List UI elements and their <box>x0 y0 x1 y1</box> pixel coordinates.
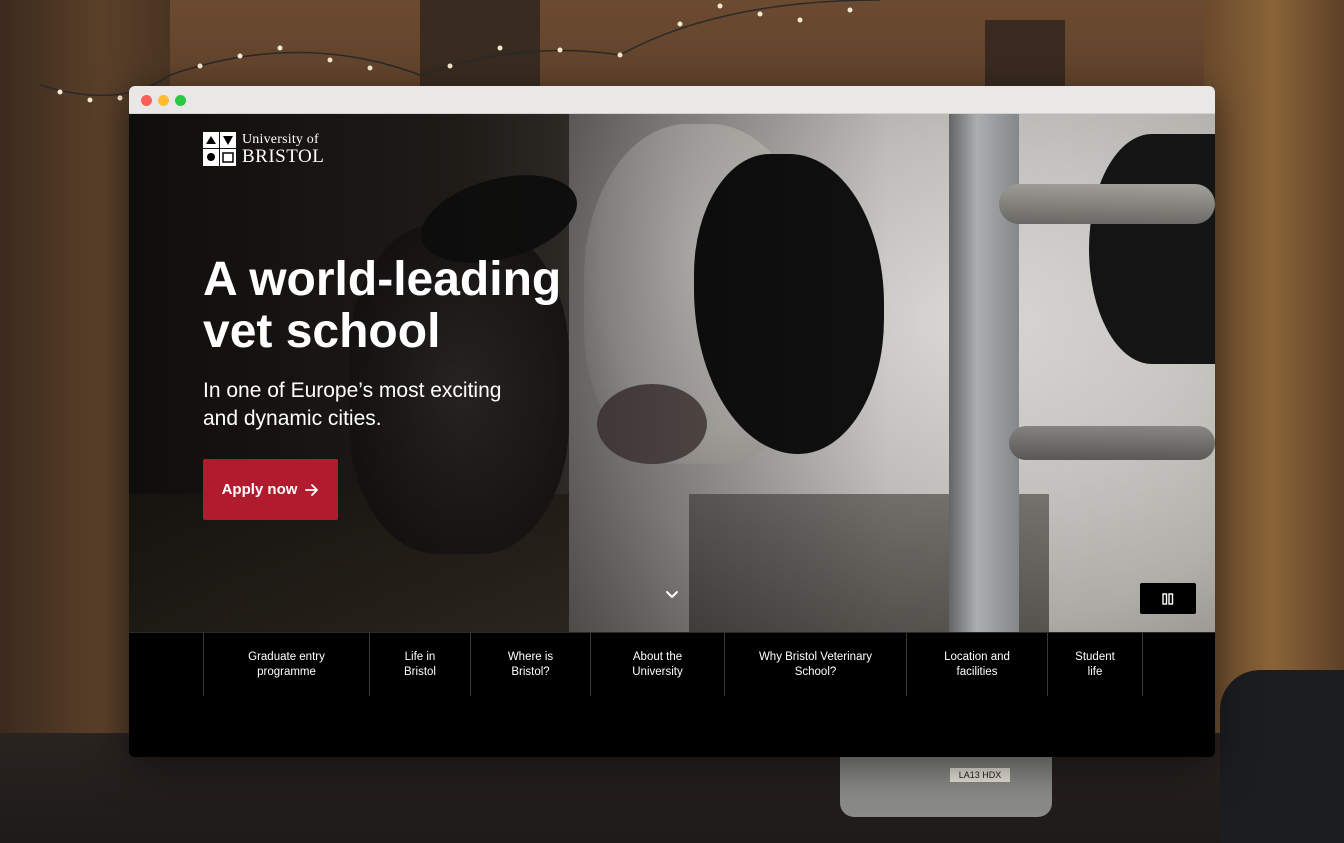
nav-item-label-line-1: Life in <box>404 650 436 663</box>
nav-item-label-line-2: Bristol <box>404 665 436 678</box>
university-logo[interactable]: University of BRISTOL <box>203 132 324 166</box>
nav-item-label-line-2: facilities <box>956 665 998 678</box>
background-number-plate: LA13 HDX <box>950 768 1010 782</box>
nav-item-about-the-university[interactable]: About the University <box>591 633 725 696</box>
nav-item-life-in-bristol[interactable]: Life in Bristol <box>370 633 471 696</box>
nav-item-label-line-2: University <box>632 665 683 678</box>
nav-item-label-line-2: programme <box>257 665 316 678</box>
window-titlebar <box>129 86 1215 114</box>
apply-now-label: Apply now <box>221 481 298 498</box>
nav-item-label-line-1: Where is <box>507 650 554 663</box>
university-crest-icon <box>203 132 236 166</box>
close-window-button[interactable] <box>141 95 152 106</box>
apply-now-button[interactable]: Apply now <box>203 459 338 520</box>
section-navigation: Graduate entry programme Life in Bristol W… <box>129 632 1215 697</box>
nav-item-location-and-facilities[interactable]: Location and facilities <box>907 633 1048 696</box>
nav-item-student-life[interactable]: Student life <box>1048 633 1143 696</box>
nav-item-graduate-entry[interactable]: Graduate entry programme <box>204 633 370 696</box>
pause-video-button[interactable] <box>1140 583 1196 614</box>
hero-overlay <box>129 114 1215 632</box>
nav-item-where-is-bristol[interactable]: Where is Bristol? <box>471 633 591 696</box>
hero-subheading-line-1: In one of Europe’s most exciting <box>203 379 502 402</box>
logo-line-1: University of <box>242 131 319 147</box>
nav-item-label-line-1: Location and <box>944 650 1010 663</box>
minimize-window-button[interactable] <box>158 95 169 106</box>
hero-headline-line-1: A world-leading <box>203 253 562 306</box>
logo-line-2: BRISTOL <box>242 145 325 167</box>
nav-item-why-bristol-vet-school[interactable]: Why Bristol Veterinary School? <box>725 633 907 696</box>
hero-headline-line-2: vet school <box>203 305 441 358</box>
arrow-right-icon <box>305 483 319 496</box>
nav-item-label-line-1: About the <box>632 650 683 663</box>
nav-item-label-line-2: School? <box>794 665 837 678</box>
hero-headline: A world-leading vet school <box>203 254 623 358</box>
nav-item-label-line-1: Why Bristol Veterinary <box>758 650 873 663</box>
nav-spacer <box>129 633 204 696</box>
hero-subheading: In one of Europe’s most exciting and dyn… <box>203 377 503 433</box>
page-below-fold <box>129 696 1215 757</box>
hero-section: University of BRISTOL A world-leading ve… <box>129 114 1215 632</box>
logo-wordmark: University of BRISTOL <box>242 131 325 167</box>
nav-item-label-line-1: Graduate entry <box>248 650 325 663</box>
background-car-right <box>1220 670 1344 843</box>
nav-item-label-line-2: life <box>1087 665 1103 678</box>
browser-window: University of BRISTOL A world-leading ve… <box>129 86 1215 757</box>
pause-icon <box>1162 592 1174 605</box>
maximize-window-button[interactable] <box>175 95 186 106</box>
background-car <box>840 757 1052 817</box>
nav-item-label-line-2: Bristol? <box>511 665 550 678</box>
chevron-down-icon[interactable] <box>665 588 679 602</box>
nav-item-label-line-1: Student <box>1075 650 1115 663</box>
hero-subheading-line-2: and dynamic cities. <box>203 407 382 430</box>
